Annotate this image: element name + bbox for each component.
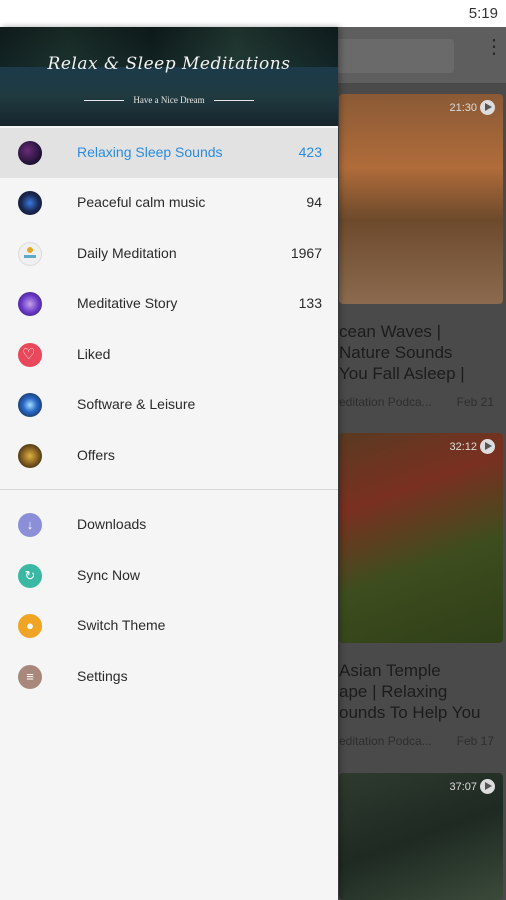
drawer-item-count: 1967 (290, 245, 322, 261)
drawer-item-label: Sync Now (77, 567, 141, 583)
video-date: Feb 17 (456, 734, 494, 748)
video-source: editation Podca... (339, 395, 432, 409)
software-leisure-avatar (18, 393, 42, 417)
settings-sliders-icon: ≡ (18, 665, 42, 689)
divider-line (213, 100, 254, 102)
divider-line (84, 100, 125, 102)
drawer-item-label: Software & Leisure (77, 396, 196, 412)
theme-drop-icon: ● (18, 614, 42, 638)
status-time: 5:19 (468, 5, 498, 22)
video-title-line[interactable]: ape | Relaxing (339, 681, 506, 702)
drawer-item-label: Meditative Story (77, 295, 178, 311)
drawer-item-label: Downloads (77, 516, 147, 532)
drawer-divider (0, 489, 338, 490)
play-icon (480, 779, 495, 794)
drawer-item-downloads[interactable]: ↓ Downloads (0, 500, 338, 550)
app-subtitle: Have a Nice Dream (0, 95, 338, 105)
video-title-line[interactable]: ounds To Help You (339, 702, 506, 723)
drawer-item-offers[interactable]: Offers (0, 431, 338, 481)
drawer-item-count: 133 (298, 295, 322, 311)
video-title-line[interactable]: Nature Sounds (339, 342, 506, 363)
drawer-item-switch-theme[interactable]: ● Switch Theme (0, 601, 338, 651)
video-duration: 32:12 (449, 441, 477, 453)
app-title: Relax & Sleep Meditations (47, 54, 291, 74)
download-icon: ↓ (18, 513, 42, 537)
drawer-item-label: Offers (77, 447, 115, 463)
drawer-header: Relax & Sleep Meditations Have a Nice Dr… (0, 27, 338, 126)
overflow-menu-icon[interactable]: ⋮ (484, 37, 504, 57)
drawer-item-peaceful-calm-music[interactable]: Peaceful calm music 94 (0, 178, 338, 228)
video-thumbnail[interactable]: 37:07 (339, 773, 503, 900)
video-duration: 21:30 (449, 102, 477, 114)
drawer-item-settings[interactable]: ≡ Settings (0, 652, 338, 702)
drawer-item-label: Liked (77, 346, 111, 362)
sync-icon: ↻ (18, 564, 42, 588)
app-subtitle-text: Have a Nice Dream (133, 95, 205, 105)
video-meta: editation Podca... Feb 21 (339, 395, 494, 409)
drawer-item-daily-meditation[interactable]: Daily Meditation 1967 (0, 229, 338, 279)
drawer-item-liked[interactable]: ♡ Liked (0, 330, 338, 380)
relaxing-sleep-sounds-avatar (18, 141, 42, 165)
peaceful-calm-music-avatar (18, 191, 42, 215)
video-meta: editation Podca... Feb 17 (339, 734, 494, 748)
navigation-drawer: Relax & Sleep Meditations Have a Nice Dr… (0, 27, 338, 900)
video-thumbnail[interactable]: 21:30 (339, 94, 503, 304)
drawer-item-label: Relaxing Sleep Sounds (77, 144, 223, 160)
video-thumbnail[interactable]: 32:12 (339, 433, 503, 643)
video-date: Feb 21 (456, 395, 494, 409)
drawer-item-label: Switch Theme (77, 617, 166, 633)
search-bar[interactable] (330, 39, 454, 73)
drawer-item-label: Daily Meditation (77, 245, 177, 261)
drawer-item-meditative-story[interactable]: Meditative Story 133 (0, 279, 338, 329)
status-bar: 5:19 (0, 0, 506, 27)
video-title-line[interactable]: Asian Temple (339, 660, 506, 681)
drawer-item-software-leisure[interactable]: Software & Leisure (0, 380, 338, 430)
drawer-item-label: Peaceful calm music (77, 194, 206, 210)
video-title-line[interactable]: cean Waves | (339, 321, 506, 342)
drawer-item-label: Settings (77, 668, 128, 684)
video-title-line[interactable]: You Fall Asleep | (339, 363, 506, 384)
daily-meditation-avatar (18, 242, 42, 266)
video-duration: 37:07 (449, 781, 477, 793)
video-source: editation Podca... (339, 734, 432, 748)
heart-icon: ♡ (18, 343, 42, 367)
drawer-item-sync-now[interactable]: ↻ Sync Now (0, 551, 338, 601)
play-icon (480, 439, 495, 454)
meditative-story-avatar (18, 292, 42, 316)
drawer-item-count: 94 (306, 194, 322, 210)
drawer-item-count: 423 (298, 144, 322, 160)
offers-avatar (18, 444, 42, 468)
drawer-item-relaxing-sleep-sounds[interactable]: Relaxing Sleep Sounds 423 (0, 128, 338, 178)
play-icon (480, 100, 495, 115)
